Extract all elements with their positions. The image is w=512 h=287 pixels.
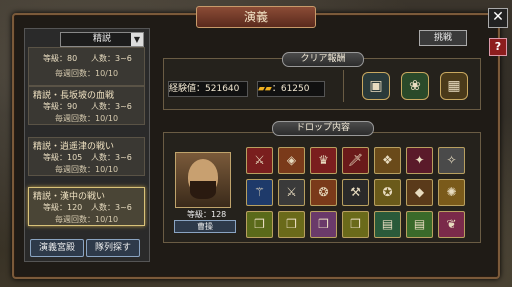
dungeon-weekly-count: 毎週回数：10/10 xyxy=(55,215,119,224)
difficulty-dropdown[interactable]: 精説 ▼ xyxy=(60,32,144,47)
gold-value: ：61250 xyxy=(271,84,310,94)
helmet-icon[interactable]: ♛ xyxy=(310,147,337,174)
book-icon[interactable]: ▤ xyxy=(406,211,433,238)
dungeon-level: 等級：80 xyxy=(43,54,78,63)
dungeon-players: 人数：3~6 xyxy=(91,54,132,63)
gauntlet-icon[interactable]: ✧ xyxy=(438,147,465,174)
boots-icon[interactable]: ❖ xyxy=(374,147,401,174)
scroll-icon[interactable]: ❒ xyxy=(246,211,273,238)
blade-icon[interactable]: ⚔ xyxy=(278,179,305,206)
hero-name-button[interactable]: 曹操 xyxy=(174,220,236,233)
treasure-chest-icon[interactable]: ▦ xyxy=(440,72,468,100)
exp-value: 521640 xyxy=(205,84,240,94)
scroll-icon[interactable]: ❒ xyxy=(310,211,337,238)
dungeon-card-selected[interactable]: 精説・漢中の戦い 等級：120 人数：3~6 毎週回数：10/10 xyxy=(28,187,145,226)
pink-scroll-icon[interactable]: ❦ xyxy=(438,211,465,238)
dungeon-level: 等級：105 xyxy=(43,153,83,162)
dungeon-card[interactable]: 精説・長坂坡の血戦 等級：90 人数：3~6 毎週回数：10/10 xyxy=(28,86,145,125)
close-button[interactable]: ✕ xyxy=(488,8,508,28)
jade-bag-icon[interactable]: ❀ xyxy=(401,72,429,100)
window-title: 演義 xyxy=(196,6,316,28)
fan-icon[interactable]: ✺ xyxy=(438,179,465,206)
blue-weapon-icon[interactable]: ⚚ xyxy=(246,179,273,206)
medal-icon[interactable]: ✪ xyxy=(374,179,401,206)
scroll-icon[interactable]: ❒ xyxy=(278,211,305,238)
dungeon-level: 等級：90 xyxy=(43,102,78,111)
spear-icon[interactable]: ⚔ xyxy=(246,147,273,174)
dungeon-weekly-count: 毎週回数：10/10 xyxy=(55,69,119,78)
book-icon[interactable]: ▤ xyxy=(374,211,401,238)
armor-icon[interactable]: ◈ xyxy=(278,147,305,174)
dungeon-card[interactable]: 等級：80 人数：3~6 毎週回数：10/10 xyxy=(28,47,145,86)
find-team-button[interactable]: 隊列探す xyxy=(86,239,140,257)
help-button[interactable]: ? xyxy=(489,38,507,56)
exp-label: 経験値： xyxy=(169,84,206,94)
dungeon-level: 等級：120 xyxy=(43,203,83,212)
halberd-icon[interactable]: ⚒ xyxy=(342,179,369,206)
dungeon-name: 精説・逍遥津の戦い xyxy=(33,142,115,152)
dungeon-name: 精説・長坂坡の血戦 xyxy=(33,91,115,101)
dungeon-card[interactable]: 精説・逍遥津の戦い 等級：105 人数：3~6 毎週回数：10/10 xyxy=(28,137,145,176)
greaves-icon[interactable]: ◆ xyxy=(406,179,433,206)
chevron-down-icon: ▼ xyxy=(131,33,143,46)
cloak-icon[interactable]: ❂ xyxy=(310,179,337,206)
dungeon-weekly-count: 毎週回数：10/10 xyxy=(55,114,119,123)
hero-portrait[interactable] xyxy=(175,152,231,208)
clear-reward-title: クリア報酬 xyxy=(282,52,364,67)
dungeon-players: 人数：3~6 xyxy=(91,203,132,212)
exp-box: 経験値：521640 xyxy=(168,81,248,97)
drop-title: ドロップ内容 xyxy=(272,121,374,136)
robe-icon[interactable]: ✦ xyxy=(406,147,433,174)
gold-ingots-icon: ▰▰ xyxy=(258,84,272,94)
challenge-button[interactable]: 挑戦 xyxy=(419,30,467,46)
hero-level: 等級：128 xyxy=(187,210,227,219)
divider xyxy=(343,70,344,102)
sword-icon[interactable]: 🗡 xyxy=(342,147,369,174)
palace-button[interactable]: 演義宮殿 xyxy=(30,239,84,257)
hero-beard xyxy=(190,181,216,199)
dungeon-players: 人数：3~6 xyxy=(91,153,132,162)
dropdown-value: 精説 xyxy=(92,34,111,44)
dungeon-players: 人数：3~6 xyxy=(91,102,132,111)
dungeon-name: 精説・漢中の戦い xyxy=(33,192,106,202)
dungeon-weekly-count: 毎週回数：10/10 xyxy=(55,165,119,174)
chest-icon[interactable]: ▣ xyxy=(362,72,390,100)
scroll-icon[interactable]: ❒ xyxy=(342,211,369,238)
gold-box: ▰▰：61250 xyxy=(257,81,325,97)
